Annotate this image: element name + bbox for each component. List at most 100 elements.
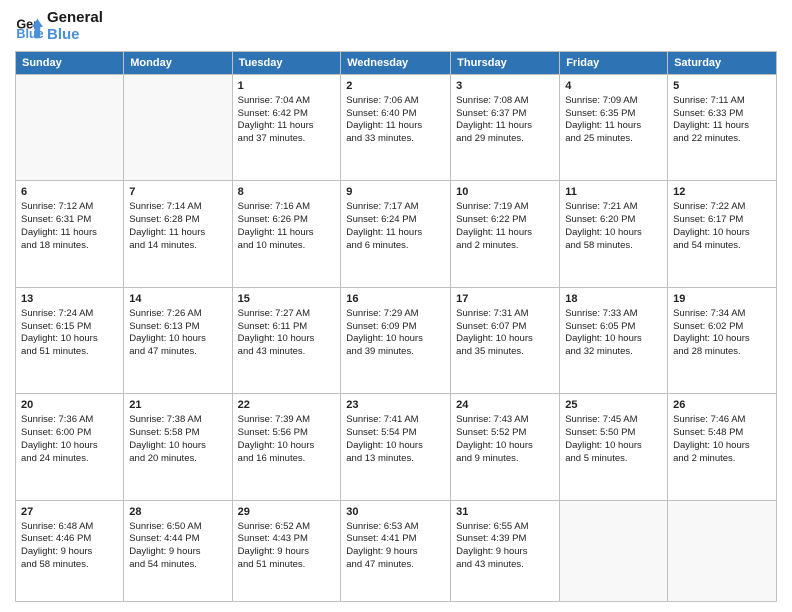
calendar-cell: 24Sunrise: 7:43 AM Sunset: 5:52 PM Dayli… xyxy=(451,394,560,500)
day-number: 3 xyxy=(456,79,554,94)
calendar-cell: 7Sunrise: 7:14 AM Sunset: 6:28 PM Daylig… xyxy=(124,181,232,287)
day-number: 25 xyxy=(565,398,662,413)
calendar-cell: 23Sunrise: 7:41 AM Sunset: 5:54 PM Dayli… xyxy=(341,394,451,500)
day-number: 15 xyxy=(238,292,336,307)
day-number: 10 xyxy=(456,185,554,200)
calendar-cell: 8Sunrise: 7:16 AM Sunset: 6:26 PM Daylig… xyxy=(232,181,341,287)
calendar-header-row: SundayMondayTuesdayWednesdayThursdayFrid… xyxy=(16,52,777,75)
day-info: Sunrise: 7:33 AM Sunset: 6:05 PM Dayligh… xyxy=(565,308,662,359)
day-info: Sunrise: 7:19 AM Sunset: 6:22 PM Dayligh… xyxy=(456,201,554,252)
calendar-cell: 28Sunrise: 6:50 AM Sunset: 4:44 PM Dayli… xyxy=(124,500,232,601)
day-number: 16 xyxy=(346,292,445,307)
calendar-cell: 20Sunrise: 7:36 AM Sunset: 6:00 PM Dayli… xyxy=(16,394,124,500)
day-info: Sunrise: 6:48 AM Sunset: 4:46 PM Dayligh… xyxy=(21,521,118,572)
calendar-cell: 11Sunrise: 7:21 AM Sunset: 6:20 PM Dayli… xyxy=(560,181,668,287)
calendar-cell: 10Sunrise: 7:19 AM Sunset: 6:22 PM Dayli… xyxy=(451,181,560,287)
calendar-cell: 6Sunrise: 7:12 AM Sunset: 6:31 PM Daylig… xyxy=(16,181,124,287)
day-info: Sunrise: 7:14 AM Sunset: 6:28 PM Dayligh… xyxy=(129,201,226,252)
day-number: 7 xyxy=(129,185,226,200)
day-number: 4 xyxy=(565,79,662,94)
day-number: 22 xyxy=(238,398,336,413)
weekday-header-tuesday: Tuesday xyxy=(232,52,341,75)
day-info: Sunrise: 6:53 AM Sunset: 4:41 PM Dayligh… xyxy=(346,521,445,572)
day-number: 6 xyxy=(21,185,118,200)
day-number: 19 xyxy=(673,292,771,307)
logo-text-line1: General xyxy=(47,10,103,27)
day-number: 14 xyxy=(129,292,226,307)
day-number: 17 xyxy=(456,292,554,307)
weekday-header-thursday: Thursday xyxy=(451,52,560,75)
calendar-cell: 3Sunrise: 7:08 AM Sunset: 6:37 PM Daylig… xyxy=(451,75,560,181)
calendar-week-4: 20Sunrise: 7:36 AM Sunset: 6:00 PM Dayli… xyxy=(16,394,777,500)
day-info: Sunrise: 7:21 AM Sunset: 6:20 PM Dayligh… xyxy=(565,201,662,252)
calendar: SundayMondayTuesdayWednesdayThursdayFrid… xyxy=(15,51,777,602)
day-info: Sunrise: 7:31 AM Sunset: 6:07 PM Dayligh… xyxy=(456,308,554,359)
calendar-cell: 5Sunrise: 7:11 AM Sunset: 6:33 PM Daylig… xyxy=(668,75,777,181)
day-info: Sunrise: 7:08 AM Sunset: 6:37 PM Dayligh… xyxy=(456,95,554,146)
day-number: 29 xyxy=(238,505,336,520)
day-info: Sunrise: 7:24 AM Sunset: 6:15 PM Dayligh… xyxy=(21,308,118,359)
calendar-cell: 13Sunrise: 7:24 AM Sunset: 6:15 PM Dayli… xyxy=(16,287,124,393)
calendar-week-2: 6Sunrise: 7:12 AM Sunset: 6:31 PM Daylig… xyxy=(16,181,777,287)
logo-icon: Gen Blue xyxy=(15,13,43,41)
weekday-header-monday: Monday xyxy=(124,52,232,75)
day-number: 13 xyxy=(21,292,118,307)
day-info: Sunrise: 7:12 AM Sunset: 6:31 PM Dayligh… xyxy=(21,201,118,252)
calendar-cell: 15Sunrise: 7:27 AM Sunset: 6:11 PM Dayli… xyxy=(232,287,341,393)
logo: Gen Blue General Blue xyxy=(15,10,103,43)
day-number: 9 xyxy=(346,185,445,200)
weekday-header-wednesday: Wednesday xyxy=(341,52,451,75)
calendar-cell: 1Sunrise: 7:04 AM Sunset: 6:42 PM Daylig… xyxy=(232,75,341,181)
calendar-cell xyxy=(668,500,777,601)
day-info: Sunrise: 7:46 AM Sunset: 5:48 PM Dayligh… xyxy=(673,414,771,465)
day-number: 12 xyxy=(673,185,771,200)
calendar-cell: 29Sunrise: 6:52 AM Sunset: 4:43 PM Dayli… xyxy=(232,500,341,601)
day-info: Sunrise: 7:45 AM Sunset: 5:50 PM Dayligh… xyxy=(565,414,662,465)
day-number: 20 xyxy=(21,398,118,413)
calendar-week-3: 13Sunrise: 7:24 AM Sunset: 6:15 PM Dayli… xyxy=(16,287,777,393)
calendar-cell: 17Sunrise: 7:31 AM Sunset: 6:07 PM Dayli… xyxy=(451,287,560,393)
calendar-cell: 14Sunrise: 7:26 AM Sunset: 6:13 PM Dayli… xyxy=(124,287,232,393)
day-number: 31 xyxy=(456,505,554,520)
day-number: 26 xyxy=(673,398,771,413)
day-info: Sunrise: 7:22 AM Sunset: 6:17 PM Dayligh… xyxy=(673,201,771,252)
day-info: Sunrise: 6:50 AM Sunset: 4:44 PM Dayligh… xyxy=(129,521,226,572)
day-info: Sunrise: 7:09 AM Sunset: 6:35 PM Dayligh… xyxy=(565,95,662,146)
calendar-cell: 18Sunrise: 7:33 AM Sunset: 6:05 PM Dayli… xyxy=(560,287,668,393)
calendar-cell xyxy=(560,500,668,601)
weekday-header-saturday: Saturday xyxy=(668,52,777,75)
calendar-cell xyxy=(16,75,124,181)
day-number: 18 xyxy=(565,292,662,307)
calendar-cell: 19Sunrise: 7:34 AM Sunset: 6:02 PM Dayli… xyxy=(668,287,777,393)
day-info: Sunrise: 7:06 AM Sunset: 6:40 PM Dayligh… xyxy=(346,95,445,146)
day-number: 8 xyxy=(238,185,336,200)
day-info: Sunrise: 7:16 AM Sunset: 6:26 PM Dayligh… xyxy=(238,201,336,252)
calendar-week-1: 1Sunrise: 7:04 AM Sunset: 6:42 PM Daylig… xyxy=(16,75,777,181)
day-info: Sunrise: 7:36 AM Sunset: 6:00 PM Dayligh… xyxy=(21,414,118,465)
header: Gen Blue General Blue xyxy=(15,10,777,43)
calendar-cell: 22Sunrise: 7:39 AM Sunset: 5:56 PM Dayli… xyxy=(232,394,341,500)
day-info: Sunrise: 7:04 AM Sunset: 6:42 PM Dayligh… xyxy=(238,95,336,146)
day-info: Sunrise: 7:17 AM Sunset: 6:24 PM Dayligh… xyxy=(346,201,445,252)
day-info: Sunrise: 7:41 AM Sunset: 5:54 PM Dayligh… xyxy=(346,414,445,465)
calendar-cell: 16Sunrise: 7:29 AM Sunset: 6:09 PM Dayli… xyxy=(341,287,451,393)
day-info: Sunrise: 7:43 AM Sunset: 5:52 PM Dayligh… xyxy=(456,414,554,465)
logo-text-line2: Blue xyxy=(47,27,103,44)
day-info: Sunrise: 7:34 AM Sunset: 6:02 PM Dayligh… xyxy=(673,308,771,359)
day-number: 24 xyxy=(456,398,554,413)
calendar-cell: 12Sunrise: 7:22 AM Sunset: 6:17 PM Dayli… xyxy=(668,181,777,287)
day-number: 2 xyxy=(346,79,445,94)
calendar-cell: 9Sunrise: 7:17 AM Sunset: 6:24 PM Daylig… xyxy=(341,181,451,287)
calendar-cell: 25Sunrise: 7:45 AM Sunset: 5:50 PM Dayli… xyxy=(560,394,668,500)
day-info: Sunrise: 7:11 AM Sunset: 6:33 PM Dayligh… xyxy=(673,95,771,146)
day-number: 27 xyxy=(21,505,118,520)
calendar-cell: 4Sunrise: 7:09 AM Sunset: 6:35 PM Daylig… xyxy=(560,75,668,181)
calendar-week-5: 27Sunrise: 6:48 AM Sunset: 4:46 PM Dayli… xyxy=(16,500,777,601)
day-info: Sunrise: 6:55 AM Sunset: 4:39 PM Dayligh… xyxy=(456,521,554,572)
day-info: Sunrise: 7:26 AM Sunset: 6:13 PM Dayligh… xyxy=(129,308,226,359)
day-number: 30 xyxy=(346,505,445,520)
day-number: 28 xyxy=(129,505,226,520)
day-info: Sunrise: 7:38 AM Sunset: 5:58 PM Dayligh… xyxy=(129,414,226,465)
day-info: Sunrise: 7:39 AM Sunset: 5:56 PM Dayligh… xyxy=(238,414,336,465)
day-info: Sunrise: 6:52 AM Sunset: 4:43 PM Dayligh… xyxy=(238,521,336,572)
